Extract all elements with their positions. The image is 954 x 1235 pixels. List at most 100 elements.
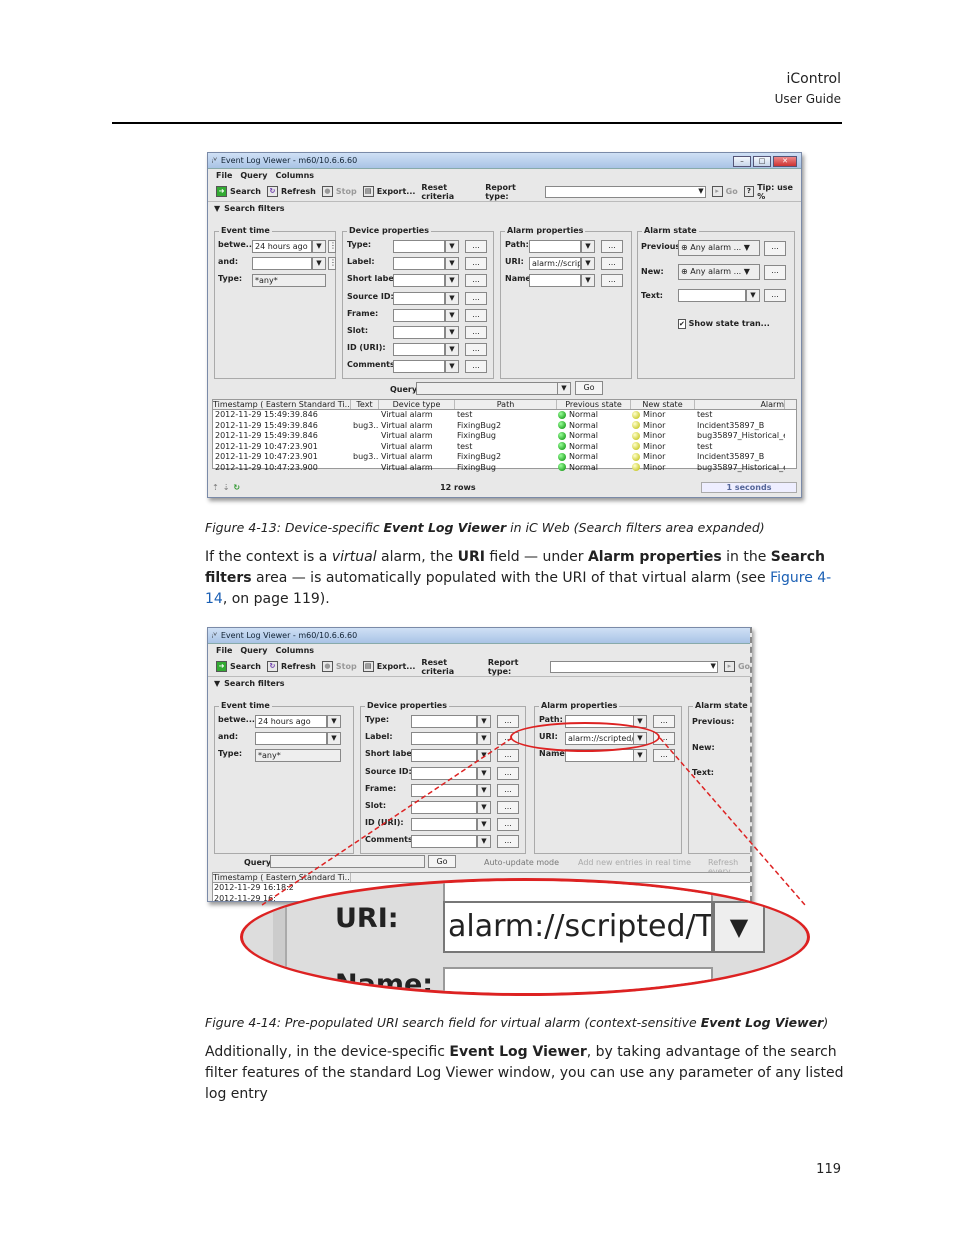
dp-more-type[interactable]: ... [465,240,487,253]
table-row[interactable]: 2012-11-29 10:47:23.901 bug3... Virtual al… [213,452,796,463]
dp-more-comments[interactable]: ... [465,360,487,373]
dp2-more[interactable]: ... [497,715,519,728]
dp-field-short[interactable] [393,274,445,287]
query-go-button[interactable]: Go [575,381,603,395]
dp2-dd[interactable]: ▼ [477,801,491,814]
dp-more-id[interactable]: ... [465,343,487,356]
type-select[interactable]: *any* [252,274,326,287]
nav-down-icon[interactable]: ⇣ [223,483,230,492]
between-dropdown-2[interactable]: ▼ [327,715,341,728]
uri-field[interactable]: alarm://script [529,257,581,270]
previous-select[interactable]: ⊕ Any alarm ... ▼ [678,240,760,256]
dp-field-id[interactable] [393,343,445,356]
dp2-field-type[interactable] [411,715,477,728]
dp-more-slot[interactable]: ... [465,326,487,339]
query-select[interactable] [416,382,571,395]
go-button-2[interactable]: ▸ Go [723,661,750,672]
col-alarm[interactable]: Alarm [695,400,785,409]
go-button[interactable]: ▸ Go [711,186,738,197]
export-button-2[interactable]: ▤ Export... [362,661,415,672]
and-dropdown-2[interactable]: ▼ [327,732,341,745]
search-filters-toggle[interactable]: ▼ Search filters [208,202,801,215]
report-type-select-2[interactable] [549,660,718,673]
query-select-2[interactable] [270,855,425,868]
dp-field-label[interactable] [393,257,445,270]
menu-query-2[interactable]: Query [240,646,267,655]
dp2-field-frame[interactable] [411,784,477,797]
close-button[interactable]: ✕ [773,156,797,167]
dp2-field-source[interactable] [411,767,477,780]
query-go-button-2[interactable]: Go [428,855,456,868]
dp-dd-type[interactable]: ▼ [445,240,459,253]
menu-file-2[interactable]: File [216,646,232,655]
dp2-dd[interactable]: ▼ [477,732,491,745]
col-device-type[interactable]: Device type [379,400,455,409]
dp2-more[interactable]: ... [497,801,519,814]
auto-update-label[interactable]: Auto-update mode [484,858,559,867]
type-select-2[interactable]: *any* [255,749,341,762]
and-field-2[interactable] [255,732,327,745]
dp-dd-source[interactable]: ▼ [445,292,459,305]
path-dropdown[interactable]: ▼ [581,240,595,253]
text-dropdown[interactable]: ▼ [746,289,760,302]
dp2-more[interactable]: ... [497,784,519,797]
refresh-status-icon[interactable]: ↻ [233,483,240,492]
name-field[interactable] [529,274,581,287]
table-row[interactable]: 2012-11-29 15:49:39.846 Virtual alarm test… [213,410,796,421]
between-field[interactable]: 24 hours ago [252,240,312,253]
dp2-more[interactable]: ... [497,767,519,780]
dp-dd-frame[interactable]: ▼ [445,309,459,322]
dp2-dd[interactable]: ▼ [477,835,491,848]
nav-up-icon[interactable]: ⇡ [212,483,219,492]
path-more[interactable]: ... [601,240,623,253]
stop-button-2[interactable]: ● Stop [321,661,357,672]
uri-dropdown[interactable]: ▼ [581,257,595,270]
dp-field-comments[interactable] [393,360,445,373]
report-type-select[interactable] [544,185,706,198]
path-field[interactable] [529,240,581,253]
table-row[interactable]: 2012-11-29 10:47:23.901 Virtual alarm test… [213,442,796,453]
between-field-2[interactable]: 24 hours ago [255,715,327,728]
name-more-2[interactable]: ... [653,749,675,762]
menu-file[interactable]: File [216,171,232,180]
dp2-dd[interactable]: ▼ [477,749,491,762]
dp-more-label[interactable]: ... [465,257,487,270]
dp-more-short[interactable]: ... [465,274,487,287]
col-timestamp[interactable]: Timestamp ( Eastern Standard Ti... [213,400,351,409]
dp-field-source[interactable] [393,292,445,305]
refresh-button[interactable]: ↻ Refresh [266,186,316,197]
dp2-dd[interactable]: ▼ [477,715,491,728]
col-text[interactable]: Text [351,400,379,409]
export-button[interactable]: ▤ Export... [362,186,415,197]
text-more[interactable]: ... [764,289,786,302]
menu-columns[interactable]: Columns [275,171,314,180]
col-previous-state[interactable]: Previous state [557,400,631,409]
and-dropdown[interactable]: ▼ [312,257,326,270]
dp-dd-comments[interactable]: ▼ [445,360,459,373]
dp2-field-id[interactable] [411,818,477,831]
reset-criteria-button[interactable]: Reset criteria [421,183,479,201]
previous-more[interactable]: ... [764,241,786,256]
table-row[interactable]: 2012-11-29 15:49:39.846 Virtual alarm Fixi… [213,431,796,442]
search-button[interactable]: ➜ Search [216,186,261,197]
name-dropdown-2[interactable]: ▼ [633,749,647,762]
and-field[interactable] [252,257,312,270]
dp-field-frame[interactable] [393,309,445,322]
reset-criteria-button-2[interactable]: Reset criteria [421,658,481,676]
dp-field-slot[interactable] [393,326,445,339]
dp2-field-slot[interactable] [411,801,477,814]
dp2-field-short[interactable] [411,749,477,762]
and-more[interactable]: ⋮ [328,257,337,270]
col-new-state[interactable]: New state [631,400,695,409]
query-dropdown[interactable]: ▼ [557,382,571,395]
name-dropdown[interactable]: ▼ [581,274,595,287]
dp-field-type[interactable] [393,240,445,253]
dp-more-source[interactable]: ... [465,292,487,305]
dp2-more[interactable]: ... [497,749,519,762]
show-state-checkbox[interactable]: ✔ Show state tran... [678,319,770,329]
dp2-dd[interactable]: ▼ [477,818,491,831]
table-row[interactable]: 2012-11-29 15:49:39.846 bug3... Virtual al… [213,421,796,432]
new-select[interactable]: ⊕ Any alarm ... ▼ [678,264,760,280]
dp2-dd[interactable]: ▼ [477,767,491,780]
text-field[interactable] [678,289,746,302]
